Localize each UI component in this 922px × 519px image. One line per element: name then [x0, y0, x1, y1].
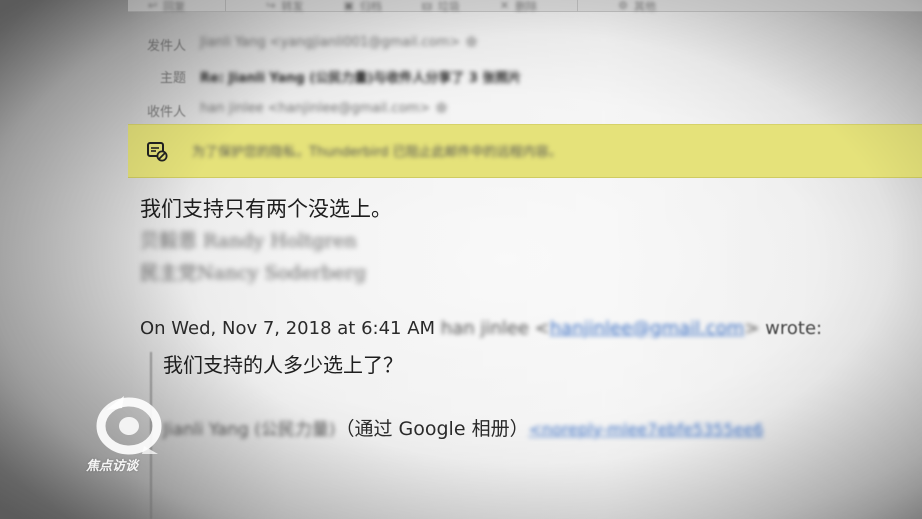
- more-icon: ⚙: [618, 0, 628, 12]
- signature-line: 民主党Nancy Soderberg: [140, 262, 367, 284]
- quote-wrote: wrote:: [765, 318, 823, 339]
- quote-attribution: On Wed, Nov 7, 2018 at 6:41 AM han jinle…: [140, 318, 823, 339]
- subject-value: Re: Jianli Yang (公民力量)与收件人分享了 3 张照片: [200, 71, 522, 86]
- quote-sender-email-link[interactable]: hanjinlee@gmail.com: [550, 318, 745, 339]
- forward-sender-name: Jianli Yang (公民力量): [163, 420, 336, 440]
- signature-line: 贝毅恩 Randy Holtgren: [140, 230, 357, 252]
- from-value[interactable]: Jianli Yang <yangjianli001@gmail.com> ✿: [200, 35, 477, 50]
- from-label: 发件人: [146, 39, 186, 54]
- delete-button[interactable]: ✕ 删除: [500, 0, 537, 14]
- subject-label: 主题: [159, 71, 186, 86]
- message-body-line: 我们支持只有两个没选上。: [140, 197, 392, 221]
- reply-button[interactable]: ↩ 回复: [148, 0, 185, 14]
- forward-icon: ↪: [266, 0, 276, 12]
- contact-star-icon[interactable]: ✿: [436, 101, 447, 116]
- message-toolbar: ↩ 回复 ↪ 转发 ▣ 归档 🜲 垃圾 ✕ 删除 ⚙ 其他: [128, 0, 922, 14]
- to-value[interactable]: han jinlee <hanjinlee@gmail.com> ✿: [200, 101, 447, 116]
- remote-content-blocked-icon: [147, 142, 168, 162]
- remote-content-message: 为了保护您的隐私，Thunderbird 已阻止此邮件中的远程内容。: [192, 145, 562, 160]
- toolbar-divider: [577, 0, 579, 12]
- remote-content-banner: 为了保护您的隐私，Thunderbird 已阻止此邮件中的远程内容。: [128, 124, 922, 178]
- quote-date: On Wed, Nov 7, 2018 at 6:41 AM: [140, 318, 436, 339]
- forward-attribution: Jianli Yang (公民力量)（通过 Google 相册）<noreply…: [163, 414, 764, 441]
- forward-email-link[interactable]: <noreply-mlee7ebfe5355ee6: [529, 420, 764, 439]
- forward-via: （通过 Google 相册）: [335, 418, 529, 440]
- more-button[interactable]: ⚙ 其他: [618, 0, 656, 14]
- watermark-text: 焦点访谈: [86, 459, 139, 474]
- quote-sender-name: han jinlee: [440, 318, 529, 339]
- contact-star-icon[interactable]: ✿: [466, 35, 477, 50]
- junk-button[interactable]: 🜲 垃圾: [422, 0, 460, 17]
- junk-icon: 🜲: [421, 0, 432, 13]
- trash-icon: ✕: [499, 0, 510, 12]
- toolbar-divider: [225, 0, 227, 12]
- archive-button[interactable]: ▣ 归档: [343, 0, 381, 14]
- reply-icon: ↩: [148, 0, 158, 12]
- to-row: 收件人 han jinlee <hanjinlee@gmail.com> ✿: [128, 96, 922, 124]
- subject-row: 主题 Re: Jianli Yang (公民力量)与收件人分享了 3 张照片: [128, 62, 922, 90]
- archive-icon: ▣: [343, 0, 354, 12]
- forward-button[interactable]: ↪ 转发: [266, 0, 303, 14]
- quoted-message-line: 我们支持的人多少选上了？: [163, 353, 403, 377]
- to-label: 收件人: [146, 105, 186, 120]
- from-row: 发件人 Jianli Yang <yangjianli001@gmail.com…: [128, 30, 922, 58]
